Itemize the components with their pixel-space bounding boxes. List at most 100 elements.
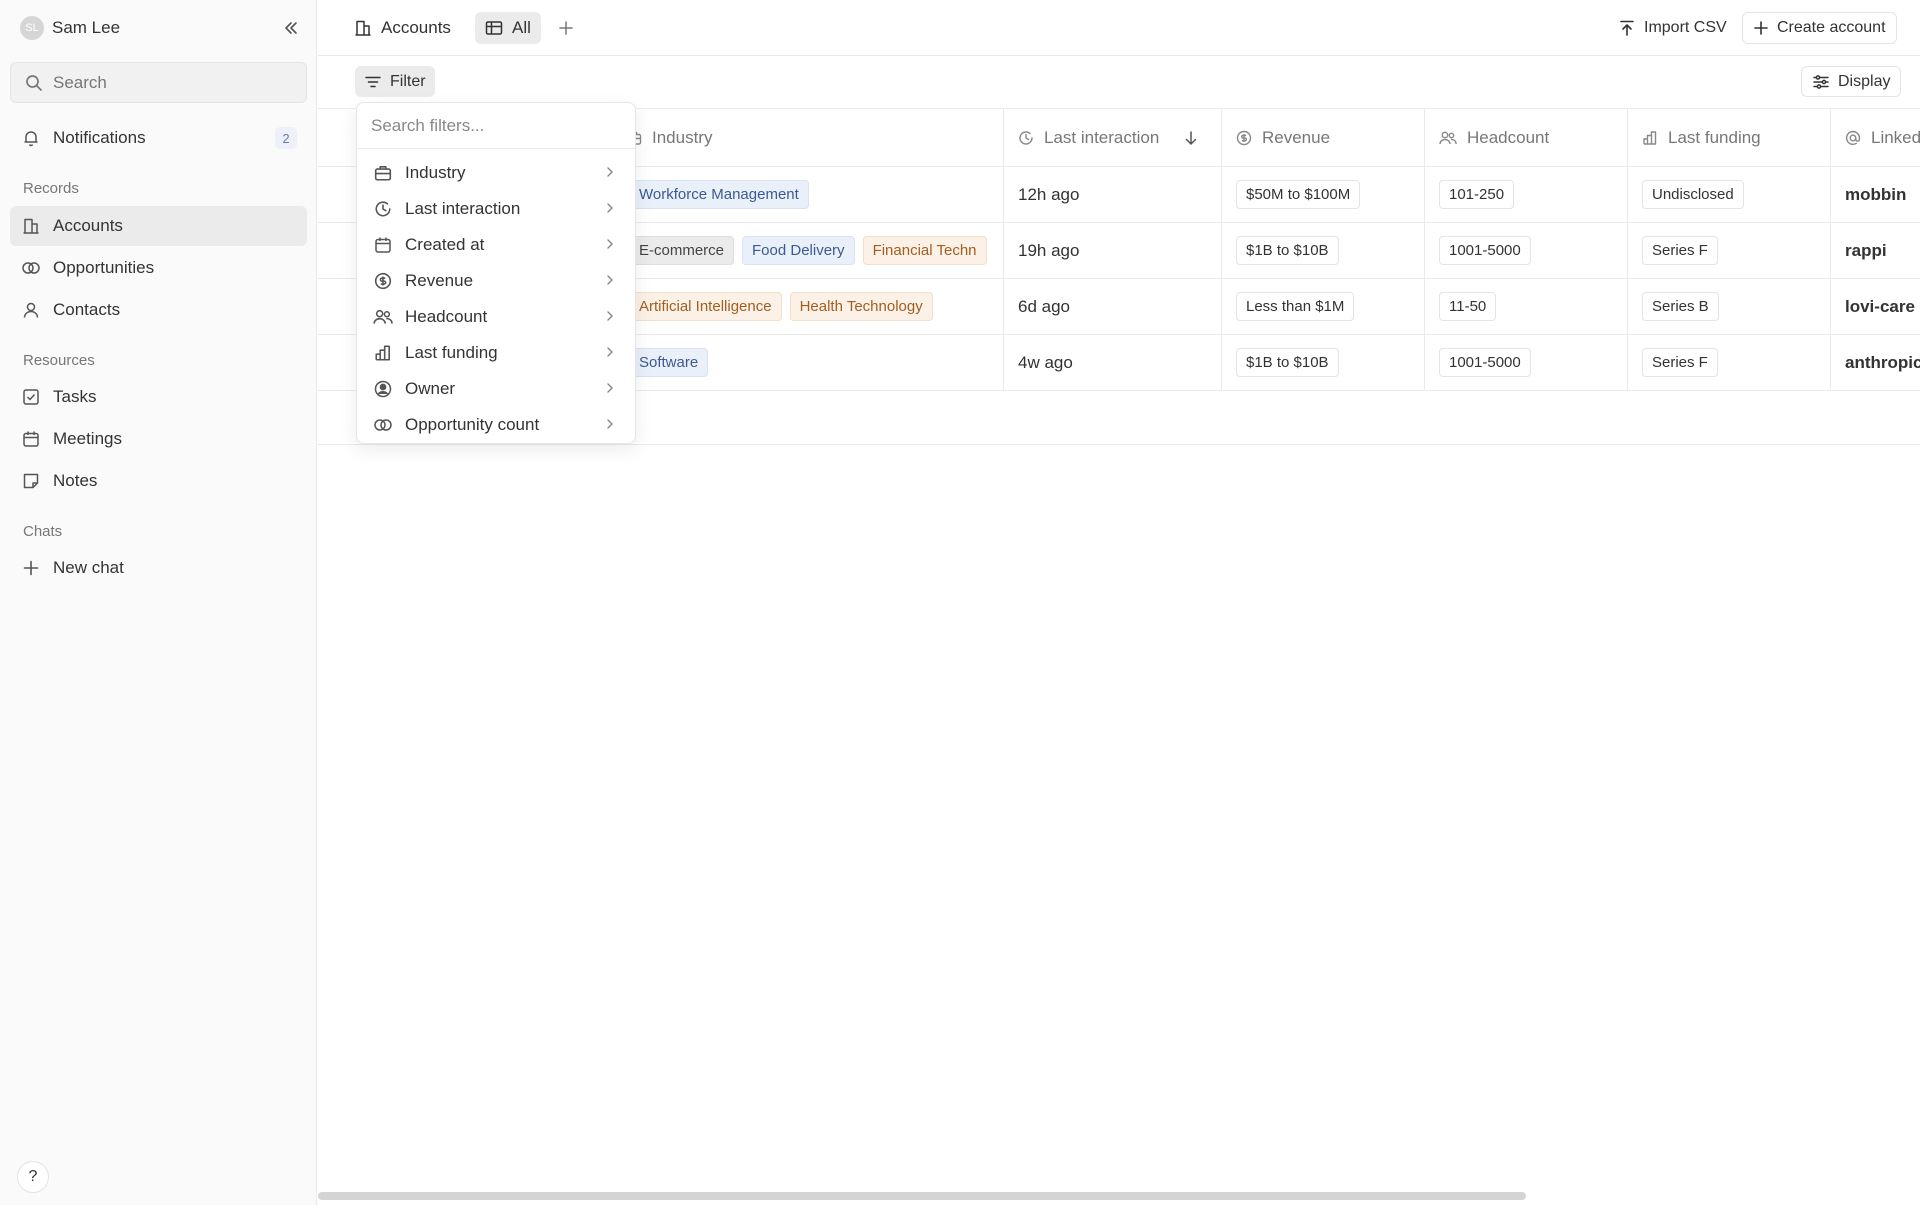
headcount-cell[interactable]: 101-250 <box>1424 167 1627 222</box>
create-account-button[interactable]: Create account <box>1742 12 1897 44</box>
funding-chip: Series B <box>1642 292 1719 321</box>
user-menu[interactable]: SL Sam Lee <box>20 14 120 42</box>
sidebar-item-opportunities[interactable]: Opportunities <box>10 248 307 288</box>
filter-option-headcount[interactable]: Headcount <box>363 300 629 334</box>
user-name: Sam Lee <box>52 18 121 37</box>
opportunities-icon <box>373 415 393 435</box>
chevron-right-icon <box>607 311 613 321</box>
view-tab-all[interactable]: All <box>475 12 541 44</box>
column-header-headcount[interactable]: Headcount <box>1424 109 1627 167</box>
add-view-button[interactable] <box>552 14 580 42</box>
headcount-cell[interactable]: 11-50 <box>1424 279 1627 334</box>
linkedin-handle: lovi-care <box>1845 296 1915 316</box>
industry-tag: Financial Techn <box>862 236 987 265</box>
collapse-sidebar-button[interactable] <box>278 16 304 40</box>
industry-tag: Health Technology <box>789 292 933 321</box>
headcount-cell[interactable]: 1001-5000 <box>1424 223 1627 278</box>
filter-lines-icon <box>365 76 381 87</box>
revenue-cell[interactable]: $1B to $10B <box>1221 223 1424 278</box>
scrollbar-thumb[interactable] <box>318 1192 1526 1200</box>
column-header-linkedin[interactable]: Linked <box>1830 109 1920 167</box>
plus-icon <box>559 21 573 35</box>
filter-option-created-at[interactable]: Created at <box>363 228 629 262</box>
sidebar-item-contacts[interactable]: Contacts <box>10 290 307 330</box>
filter-option-label: Owner <box>405 379 456 398</box>
filter-option-label: Revenue <box>405 271 474 290</box>
object-title[interactable]: Accounts <box>354 14 451 42</box>
filter-button[interactable]: Filter <box>355 66 435 97</box>
linkedin-cell[interactable]: lovi-care <box>1830 279 1920 334</box>
object-title-label: Accounts <box>381 18 451 37</box>
filter-option-revenue[interactable]: Revenue <box>363 264 629 298</box>
sidebar-item-label: Tasks <box>53 387 97 406</box>
sidebar-item-tasks[interactable]: Tasks <box>10 377 307 417</box>
chevron-right-icon <box>607 167 613 177</box>
sidebar-item-accounts[interactable]: Accounts <box>10 206 307 246</box>
sort-descending-icon <box>1186 131 1197 145</box>
headcount-cell[interactable]: 1001-5000 <box>1424 335 1627 390</box>
sidebar: SL Sam Lee Notifications 2 Records Accou… <box>0 0 317 1205</box>
display-button-label: Display <box>1838 72 1891 90</box>
filter-option-owner[interactable]: Owner <box>363 372 629 406</box>
sidebar-item-label: Contacts <box>53 300 121 319</box>
filter-option-industry[interactable]: Industry <box>363 156 629 190</box>
people-icon <box>1439 131 1457 145</box>
last-interaction-cell[interactable]: 12h ago <box>1003 167 1221 222</box>
dollar-icon <box>1236 130 1252 146</box>
industry-cell[interactable]: Software <box>629 335 1003 390</box>
briefcase-icon <box>373 163 393 183</box>
filter-option-label: Industry <box>405 163 466 182</box>
column-header-last-funding[interactable]: Last funding <box>1627 109 1830 167</box>
import-csv-label: Import CSV <box>1644 19 1727 36</box>
horizontal-scrollbar[interactable] <box>318 1190 1920 1202</box>
filter-search[interactable] <box>357 103 635 149</box>
last-interaction-cell[interactable]: 6d ago <box>1003 279 1221 334</box>
help-button[interactable]: ? <box>17 1161 49 1193</box>
sidebar-item-notifications[interactable]: Notifications 2 <box>10 118 307 158</box>
last-funding-cell[interactable]: Series B <box>1627 279 1830 334</box>
linkedin-cell[interactable]: mobbin <box>1830 167 1920 222</box>
linkedin-handle: rappi <box>1845 240 1887 260</box>
section-label-records: Records <box>23 180 79 197</box>
funding-chip: Series F <box>1642 348 1718 377</box>
display-button[interactable]: Display <box>1801 66 1902 97</box>
last-funding-cell[interactable]: Undisclosed <box>1627 167 1830 222</box>
headcount-chip: 101-250 <box>1439 180 1515 209</box>
linkedin-cell[interactable]: rappi <box>1830 223 1920 278</box>
industry-tag: E-commerce <box>629 236 735 265</box>
revenue-cell[interactable]: $50M to $100M <box>1221 167 1424 222</box>
double-chevron-left-icon <box>285 22 297 34</box>
calendar-icon <box>373 235 393 255</box>
last-funding-cell[interactable]: Series F <box>1627 335 1830 390</box>
industry-cell[interactable]: Workforce Management <box>629 167 1003 222</box>
sidebar-item-notes[interactable]: Notes <box>10 461 307 501</box>
bell-icon <box>21 128 41 148</box>
column-header-revenue[interactable]: Revenue <box>1221 109 1424 167</box>
search-input[interactable] <box>53 72 293 93</box>
revenue-cell[interactable]: $1B to $10B <box>1221 335 1424 390</box>
filter-search-input[interactable] <box>371 115 621 136</box>
column-header-last-interaction[interactable]: Last interaction <box>1003 109 1221 167</box>
last-interaction-cell[interactable]: 19h ago <box>1003 223 1221 278</box>
sidebar-item-label: Meetings <box>53 429 122 448</box>
filter-option-label: Opportunity count <box>405 415 540 434</box>
new-chat-button[interactable]: New chat <box>10 548 307 588</box>
import-csv-button[interactable]: Import CSV <box>1610 12 1735 44</box>
sidebar-search[interactable] <box>10 62 307 103</box>
filter-option-last-interaction[interactable]: Last interaction <box>363 192 629 226</box>
industry-cell[interactable]: Artificial Intelligence Health Technolog… <box>629 279 1003 334</box>
linkedin-cell[interactable]: anthropic <box>1830 335 1920 390</box>
filter-option-opportunity-count[interactable]: Opportunity count <box>363 408 629 442</box>
last-funding-cell[interactable]: Series F <box>1627 223 1830 278</box>
filter-option-last-funding[interactable]: Last funding <box>363 336 629 370</box>
industry-cell[interactable]: E-commerce Food Delivery Financial Techn <box>629 223 1003 278</box>
sidebar-item-label: Accounts <box>53 216 123 235</box>
sidebar-item-meetings[interactable]: Meetings <box>10 419 307 459</box>
chevron-right-icon <box>607 347 613 357</box>
help-icon: ? <box>28 1168 38 1185</box>
column-header-industry[interactable]: Industry <box>611 109 1022 167</box>
interaction-icon <box>1019 131 1033 145</box>
revenue-cell[interactable]: Less than $1M <box>1221 279 1424 334</box>
filter-option-label: Created at <box>405 235 485 254</box>
last-interaction-cell[interactable]: 4w ago <box>1003 335 1221 390</box>
